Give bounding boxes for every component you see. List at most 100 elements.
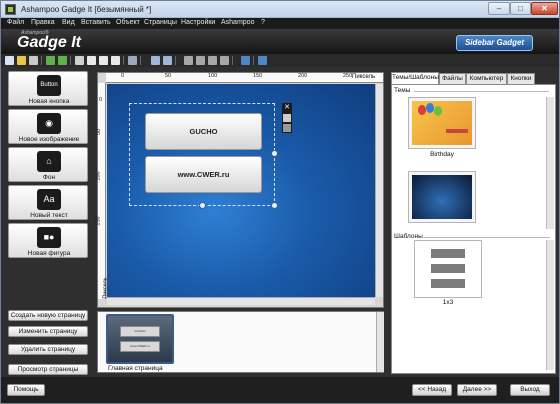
redo-icon[interactable] [58,56,67,65]
menu-help[interactable]: ? [261,19,265,26]
create-page-button[interactable]: Создать новую страницу [8,310,88,321]
edit-page-button[interactable]: Изменить страницу [8,326,88,337]
export-icon[interactable] [258,56,267,65]
minimize-button[interactable]: – [488,2,510,15]
tab-computer[interactable]: Компьютер [466,73,507,84]
ruler-tick: 0 [99,97,103,103]
canvas-vertical-scrollbar[interactable] [375,84,383,297]
menu-settings[interactable]: Настройки [181,19,215,26]
duplicate-icon[interactable] [111,56,120,65]
delete-object-icon[interactable]: ✕ [283,104,291,112]
align-left-icon[interactable] [184,56,193,65]
page-thumbnail[interactable]: GUCHO www.CWER.ru [106,314,174,364]
copy-icon[interactable] [87,56,96,65]
align-right-icon[interactable] [208,56,217,65]
template-row [431,279,465,288]
canvas-button-gucho[interactable]: GUCHO [145,113,262,150]
tools-panel: Button Новая кнопка ◉ Новое изображение … [1,67,92,377]
ruler-left: 0 50 100 150 Пиксель [95,83,109,299]
tool-label: Новая кнопка [28,98,70,105]
templates-scrollbar[interactable] [546,240,554,370]
preview-icon[interactable] [241,56,250,65]
background-icon: ⌂ [37,151,61,172]
themes-scrollbar[interactable] [546,97,554,229]
theme-dark[interactable] [408,171,476,223]
next-button[interactable]: Далее >> [457,384,497,396]
themes-section-label: Темы [394,87,411,94]
menu-edit[interactable]: Правка [31,19,55,26]
resize-handle[interactable] [199,202,206,209]
tool-label: Новое изображение [18,136,80,143]
template-row [431,249,465,258]
ruler-tick: 100 [208,73,218,79]
ruler-tick: 50 [165,73,172,79]
menu-view[interactable]: Вид [62,19,75,26]
align-center-icon[interactable] [196,56,205,65]
object-toolbar: ✕ [282,103,292,133]
new-file-icon[interactable] [5,56,14,65]
new-image-tool[interactable]: ◉ Новое изображение [8,109,88,144]
exit-button[interactable]: Выход [510,384,550,396]
template-1x3[interactable] [414,240,482,298]
align-top-icon[interactable] [220,56,229,65]
back-button[interactable]: << Назад [412,384,452,396]
background-tool[interactable]: ⌂ Фон [8,147,88,182]
birthday-theme-image [412,101,472,145]
menu-bar: Файл Правка Вид Вставить Объект Страницы… [1,18,559,29]
delete-icon[interactable] [128,56,137,65]
edit-object-icon[interactable] [283,114,291,122]
template-row [431,264,465,273]
open-folder-icon[interactable] [17,56,26,65]
menu-insert[interactable]: Вставить [81,19,111,26]
toolbar [1,54,559,67]
button-icon: Button [37,75,61,96]
thumb-button: GUCHO [120,326,160,337]
camera-icon: ◉ [37,113,61,134]
menu-ashampoo[interactable]: Ashampoo [221,19,254,26]
title-bar: Ashampoo Gadge It [безымянный *] – □ ✕ [1,1,559,18]
ruler-top: 0 50 100 150 200 250 Пиксель [106,73,383,83]
pages-strip: GUCHO www.CWER.ru Главная страница [97,311,384,373]
save-icon[interactable] [29,56,38,65]
canvas-frame: 0 50 100 150 200 250 Пиксель 0 50 100 15… [95,72,384,308]
new-shape-tool[interactable]: ■● Новая фигура [8,223,88,258]
assets-panel: Темы/Шаблоны Файлы Компьютер Кнопки Темы… [388,67,559,377]
ruler-units: Пиксель [352,74,376,80]
paste-icon[interactable] [99,56,108,65]
preview-page-button[interactable]: Просмотр страницы [8,364,88,375]
resize-handle[interactable] [271,202,278,209]
menu-object[interactable]: Объект [116,19,140,26]
delete-page-button[interactable]: Удалить страницу [8,344,88,355]
help-button[interactable]: Помощь [7,384,45,396]
tab-files[interactable]: Файлы [439,73,466,84]
menu-file[interactable]: Файл [7,19,24,26]
undo-icon[interactable] [46,56,55,65]
theme-birthday[interactable] [408,97,476,149]
ruler-tick: 150 [95,216,102,226]
toolbar-separator [140,56,141,65]
ruler-tick: 150 [253,73,263,79]
canvas-button-cwer[interactable]: www.CWER.ru [145,156,262,193]
ruler-tick: 250 [343,73,353,79]
resize-handle[interactable] [271,150,278,157]
maximize-button[interactable]: □ [510,2,531,15]
app-icon [5,4,16,15]
close-button[interactable]: ✕ [531,2,558,15]
tab-themes-templates[interactable]: Темы/Шаблоны [391,72,439,84]
grid-object-icon[interactable] [283,124,291,132]
sidebar-gadget-button[interactable]: Sidebar Gadget [456,35,533,51]
pages-scrollbar[interactable] [376,312,384,372]
design-canvas[interactable]: GUCHO www.CWER.ru ✕ [107,84,375,297]
ruler-tick: 0 [121,73,125,79]
page-thumbnail-label: Главная страница [108,365,163,372]
new-text-tool[interactable]: Aa Новый текст [8,185,88,220]
tab-buttons[interactable]: Кнопки [507,73,535,84]
menu-pages[interactable]: Страницы [144,19,177,26]
send-back-icon[interactable] [163,56,172,65]
bottom-bar: Помощь << Назад Далее >> Выход [1,377,559,403]
bring-front-icon[interactable] [151,56,160,65]
thumb-button: www.CWER.ru [120,341,160,352]
new-button-tool[interactable]: Button Новая кнопка [8,71,88,106]
canvas-horizontal-scrollbar[interactable] [107,297,375,305]
cut-icon[interactable] [75,56,84,65]
